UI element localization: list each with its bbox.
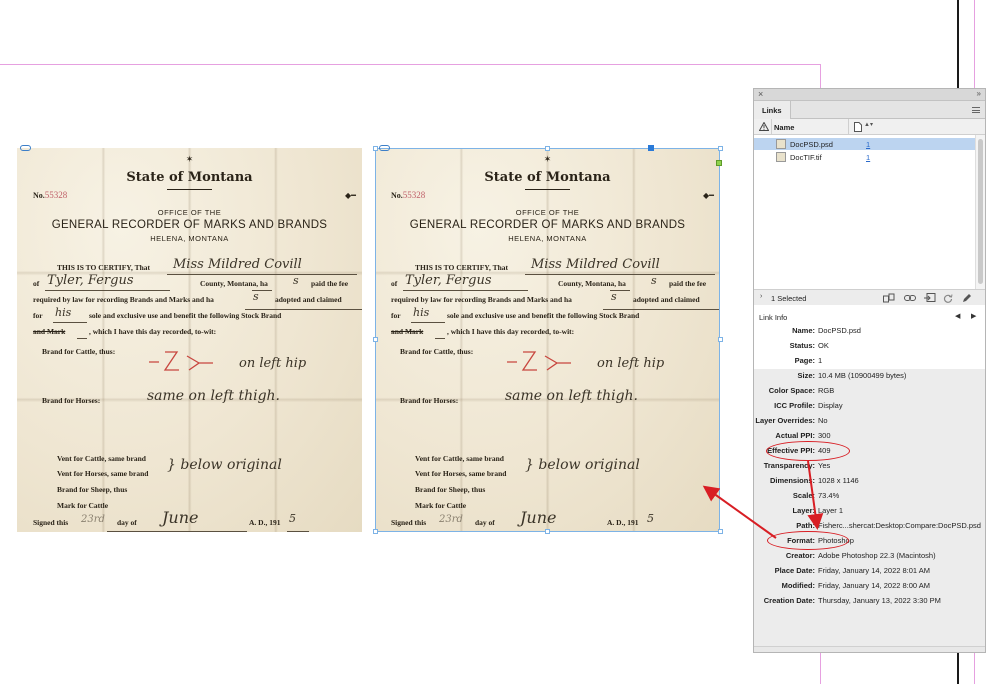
indesign-canvas[interactable]: ✶ State of Montana ◆━ No.55328 OFFICE OF THE…	[0, 0, 998, 684]
annotation-arrows	[702, 460, 824, 539]
